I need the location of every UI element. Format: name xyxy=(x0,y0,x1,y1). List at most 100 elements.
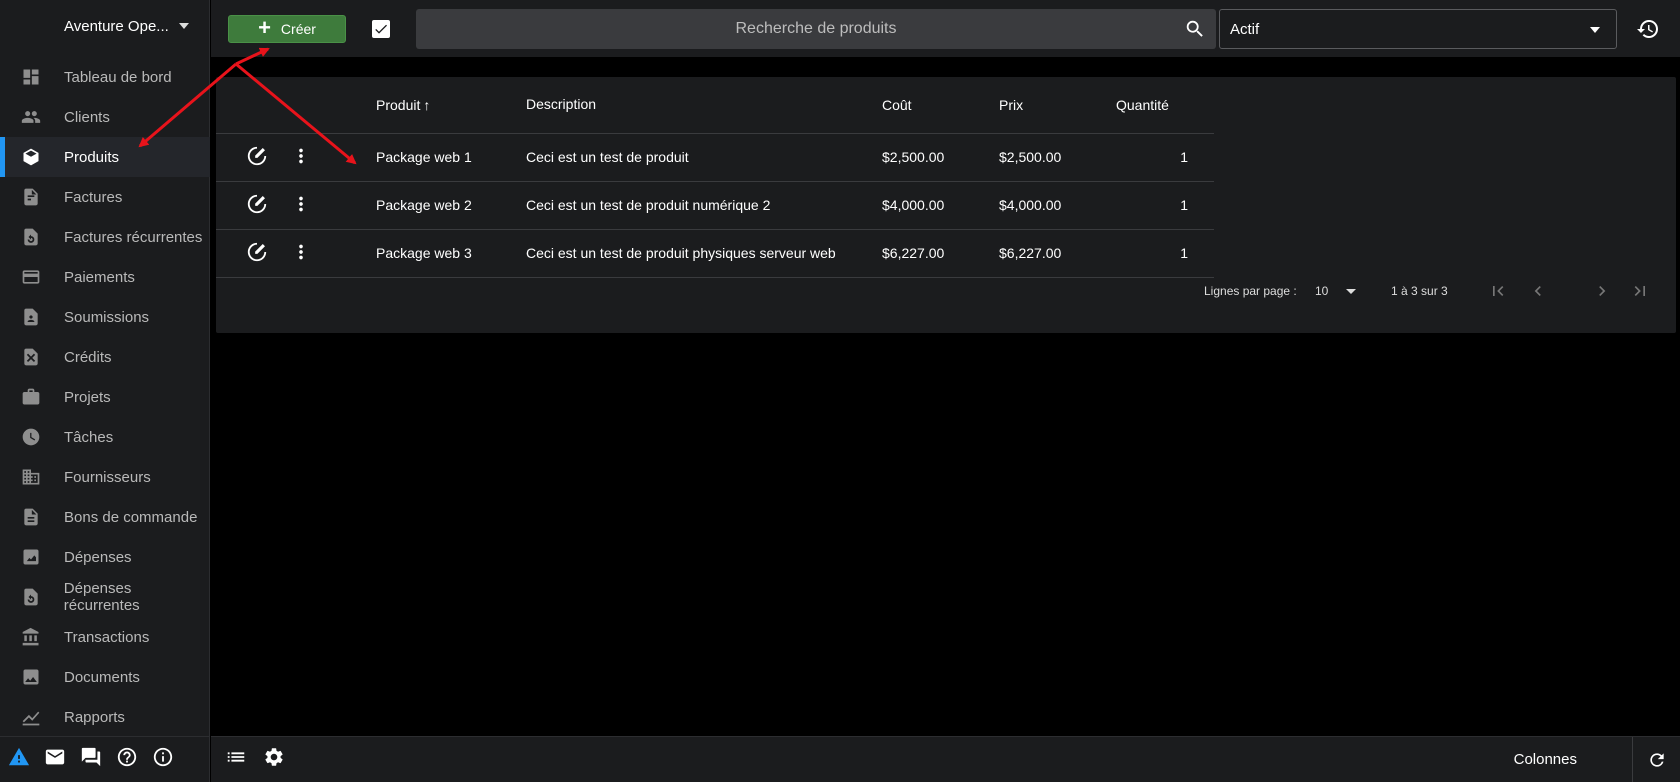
bottom-toolbar: Colonnes xyxy=(211,736,1680,782)
sidebar-item-payments[interactable]: Paiements xyxy=(0,257,210,297)
sidebar-item-dashboard[interactable]: Tableau de bord xyxy=(0,57,210,97)
last-page-icon[interactable] xyxy=(1630,281,1650,304)
quantity-cell: 1 xyxy=(1116,181,1214,230)
quantity-cell: 1 xyxy=(1116,229,1214,278)
sidebar-item-expenses[interactable]: Dépenses xyxy=(0,537,210,577)
price-header-label: Prix xyxy=(999,96,1024,113)
table-row[interactable]: Package web 1 Ceci est un test de produi… xyxy=(216,133,1214,182)
rows-per-page-select[interactable]: 10 xyxy=(1315,284,1328,298)
price-column-header[interactable]: Prix xyxy=(999,77,1116,134)
sidebar-item-tasks[interactable]: Tâches xyxy=(0,417,210,457)
edit-icon[interactable] xyxy=(246,193,268,218)
sidebar-item-label: Factures récurrentes xyxy=(64,228,203,246)
sidebar-item-recurring-expenses[interactable]: Dépenses récurrentes xyxy=(0,577,210,617)
sidebar-item-vendors[interactable]: Fournisseurs xyxy=(0,457,210,497)
product-cell[interactable]: Package web 3 xyxy=(376,229,526,278)
chevron-down-icon[interactable] xyxy=(1346,289,1356,294)
dashboard-icon xyxy=(20,66,42,88)
recurring-expense-icon xyxy=(20,586,42,608)
table-pagination: Lignes par page : 10 1 à 3 sur 3 xyxy=(216,277,1676,305)
settings-icon[interactable] xyxy=(263,746,285,773)
product-column-header[interactable]: Produit ↑ xyxy=(376,77,526,134)
price-cell: $4,000.00 xyxy=(999,181,1116,230)
products-table-card: Produit ↑ Description Coût Prix Quantité … xyxy=(216,77,1676,333)
create-button[interactable]: + Créer xyxy=(228,15,346,43)
sidebar-item-label: Rapports xyxy=(64,708,125,726)
sidebar-item-label: Transactions xyxy=(64,628,150,646)
sidebar-item-label: Projets xyxy=(64,388,111,406)
product-header-label: Produit xyxy=(376,96,421,113)
bank-icon xyxy=(20,626,42,648)
quote-icon xyxy=(20,306,42,328)
search-icon[interactable] xyxy=(1184,18,1206,45)
expense-icon xyxy=(20,546,42,568)
sidebar-item-transactions[interactable]: Transactions xyxy=(0,617,210,657)
sidebar-footer xyxy=(0,736,210,782)
table-row[interactable]: Package web 2 Ceci est un test de produi… xyxy=(216,181,1214,230)
rows-per-page-label: Lignes par page : xyxy=(1204,284,1297,298)
sidebar-item-invoices[interactable]: Factures xyxy=(0,177,210,217)
chat-icon[interactable] xyxy=(80,746,102,773)
more-vert-icon[interactable] xyxy=(290,241,312,266)
company-selector[interactable]: Aventure Ope... xyxy=(64,14,189,38)
row-actions-cell xyxy=(216,181,376,230)
mail-icon[interactable] xyxy=(44,746,66,773)
sidebar-item-recurring-invoices[interactable]: Factures récurrentes xyxy=(0,217,210,257)
more-vert-icon[interactable] xyxy=(290,193,312,218)
quantity-header-label: Quantité xyxy=(1116,96,1169,113)
product-cell[interactable]: Package web 2 xyxy=(376,181,526,230)
select-all-checkbox[interactable] xyxy=(372,20,390,38)
company-name: Aventure Ope... xyxy=(64,17,169,35)
invoice-icon xyxy=(20,186,42,208)
sidebar: Aventure Ope... Tableau de bord Clients … xyxy=(0,0,210,736)
sidebar-item-products[interactable]: Produits xyxy=(0,137,210,177)
sidebar-item-label: Dépenses récurrentes xyxy=(63,580,140,614)
description-column-header[interactable]: Description xyxy=(526,77,882,134)
sidebar-item-credits[interactable]: Crédits xyxy=(0,337,210,377)
product-cell[interactable]: Package web 1 xyxy=(376,133,526,182)
top-toolbar: + Créer Actif xyxy=(211,0,1680,57)
search-bar xyxy=(416,9,1216,49)
sidebar-item-projects[interactable]: Projets xyxy=(0,377,210,417)
sidebar-item-purchase-orders[interactable]: Bons de commande xyxy=(0,497,210,537)
row-actions-cell xyxy=(216,133,376,182)
sidebar-item-label: Soumissions xyxy=(64,308,150,326)
sidebar-item-reports[interactable]: Rapports xyxy=(0,697,210,737)
briefcase-icon xyxy=(20,386,42,408)
sort-ascending-icon: ↑ xyxy=(423,96,431,113)
info-icon[interactable] xyxy=(152,746,174,773)
description-cell: Ceci est un test de produit xyxy=(526,133,882,182)
table-header-row: Produit ↑ Description Coût Prix Quantité xyxy=(216,77,1214,134)
next-page-icon[interactable] xyxy=(1592,281,1612,304)
more-vert-icon[interactable] xyxy=(290,145,312,170)
create-button-label: Créer xyxy=(280,21,316,37)
cost-column-header[interactable]: Coût xyxy=(882,77,999,134)
warning-icon[interactable] xyxy=(8,746,30,773)
search-input[interactable] xyxy=(416,9,1216,49)
table-row[interactable]: Package web 3 Ceci est un test de produi… xyxy=(216,229,1214,278)
refresh-button[interactable] xyxy=(1632,737,1680,782)
sidebar-item-clients[interactable]: Clients xyxy=(0,97,210,137)
first-page-icon[interactable] xyxy=(1488,281,1508,304)
description-cell: Ceci est un test de produit physiques se… xyxy=(526,229,882,278)
list-view-icon[interactable] xyxy=(225,746,247,773)
page-range: 1 à 3 sur 3 xyxy=(1391,284,1448,298)
cost-cell: $2,500.00 xyxy=(882,133,999,182)
sidebar-item-label: Tableau de bord xyxy=(64,68,172,86)
sidebar-item-quotes[interactable]: Soumissions xyxy=(0,297,210,337)
people-icon xyxy=(20,106,42,128)
sidebar-nav: Tableau de bord Clients Produits Facture… xyxy=(0,57,210,737)
edit-icon[interactable] xyxy=(246,145,268,170)
help-icon[interactable] xyxy=(116,746,138,773)
edit-icon[interactable] xyxy=(246,241,268,266)
quantity-column-header[interactable]: Quantité xyxy=(1116,77,1214,134)
status-filter-select[interactable]: Actif xyxy=(1219,9,1617,49)
building-icon xyxy=(20,466,42,488)
sidebar-item-documents[interactable]: Documents xyxy=(0,657,210,697)
previous-page-icon[interactable] xyxy=(1528,281,1548,304)
sidebar-item-label: Paiements xyxy=(64,268,135,286)
sidebar-item-label: Fournisseurs xyxy=(64,468,151,486)
cube-icon xyxy=(20,146,42,168)
columns-button[interactable]: Colonnes xyxy=(1514,751,1577,768)
history-icon[interactable] xyxy=(1636,17,1660,46)
